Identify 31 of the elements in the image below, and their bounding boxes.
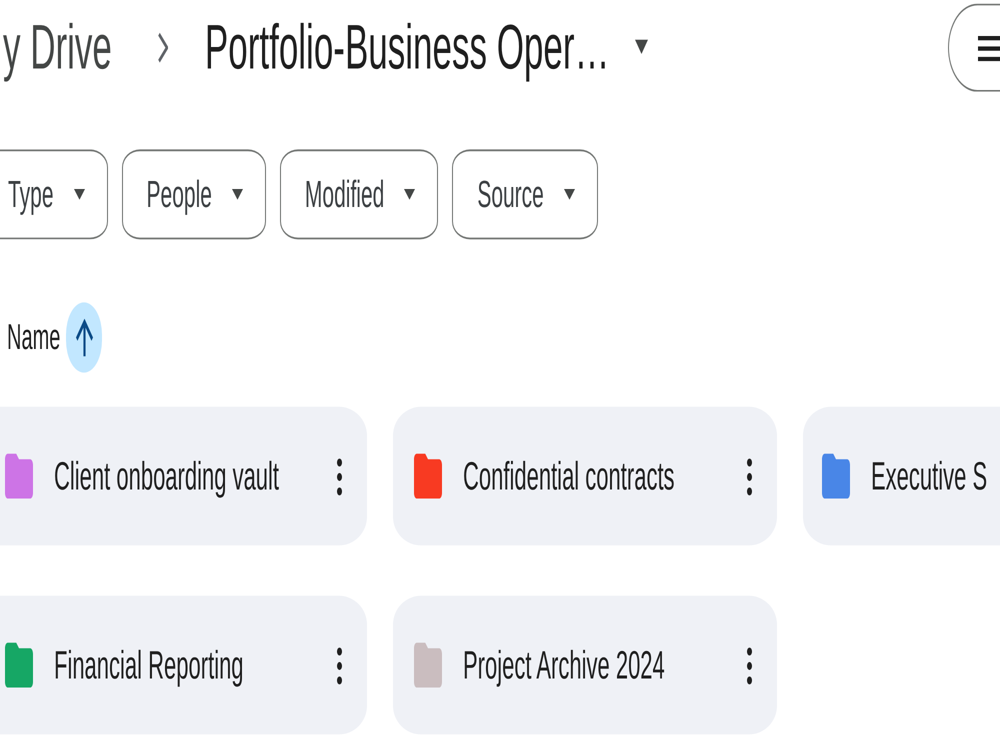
more-vertical-icon bbox=[337, 456, 342, 496]
filter-chip[interactable]: People bbox=[122, 149, 266, 240]
folder-name: Financial Reporting bbox=[54, 645, 245, 685]
more-actions-button[interactable] bbox=[335, 456, 344, 496]
more-vertical-icon bbox=[337, 645, 342, 685]
filter-chip[interactable]: Modified bbox=[280, 149, 438, 240]
more-actions-button[interactable] bbox=[745, 456, 754, 496]
list-icon bbox=[978, 35, 1000, 60]
caret-icon bbox=[404, 189, 416, 200]
folder-card[interactable]: Client onboarding vault bbox=[0, 406, 367, 546]
more-vertical-icon bbox=[747, 456, 752, 496]
more-actions-button[interactable] bbox=[745, 645, 754, 685]
folder-name: Project Archive 2024 bbox=[463, 645, 666, 685]
caret-icon bbox=[564, 189, 575, 200]
filter-chip[interactable]: Source bbox=[452, 149, 598, 240]
caret-icon bbox=[232, 189, 243, 200]
folder-card[interactable]: Project Archive 2024 bbox=[393, 596, 777, 734]
folder-name: Executive S bbox=[871, 456, 988, 496]
chevron-right-icon bbox=[158, 32, 168, 62]
folder-card[interactable]: Financial Reporting bbox=[0, 596, 367, 734]
caret-icon bbox=[74, 189, 85, 200]
folder-name: Client onboarding vault bbox=[54, 456, 280, 496]
more-vertical-icon bbox=[747, 645, 752, 685]
more-actions-button[interactable] bbox=[335, 645, 344, 685]
sort-label: Name bbox=[7, 320, 60, 356]
caret-icon bbox=[634, 40, 648, 54]
folder-card[interactable]: Confidential contracts bbox=[393, 406, 777, 546]
view-toggle-button[interactable] bbox=[948, 4, 1000, 92]
folder-card[interactable]: Executive S bbox=[803, 406, 1000, 546]
filter-chip[interactable]: Type bbox=[0, 149, 108, 240]
folder-name: Confidential contracts bbox=[463, 456, 676, 496]
